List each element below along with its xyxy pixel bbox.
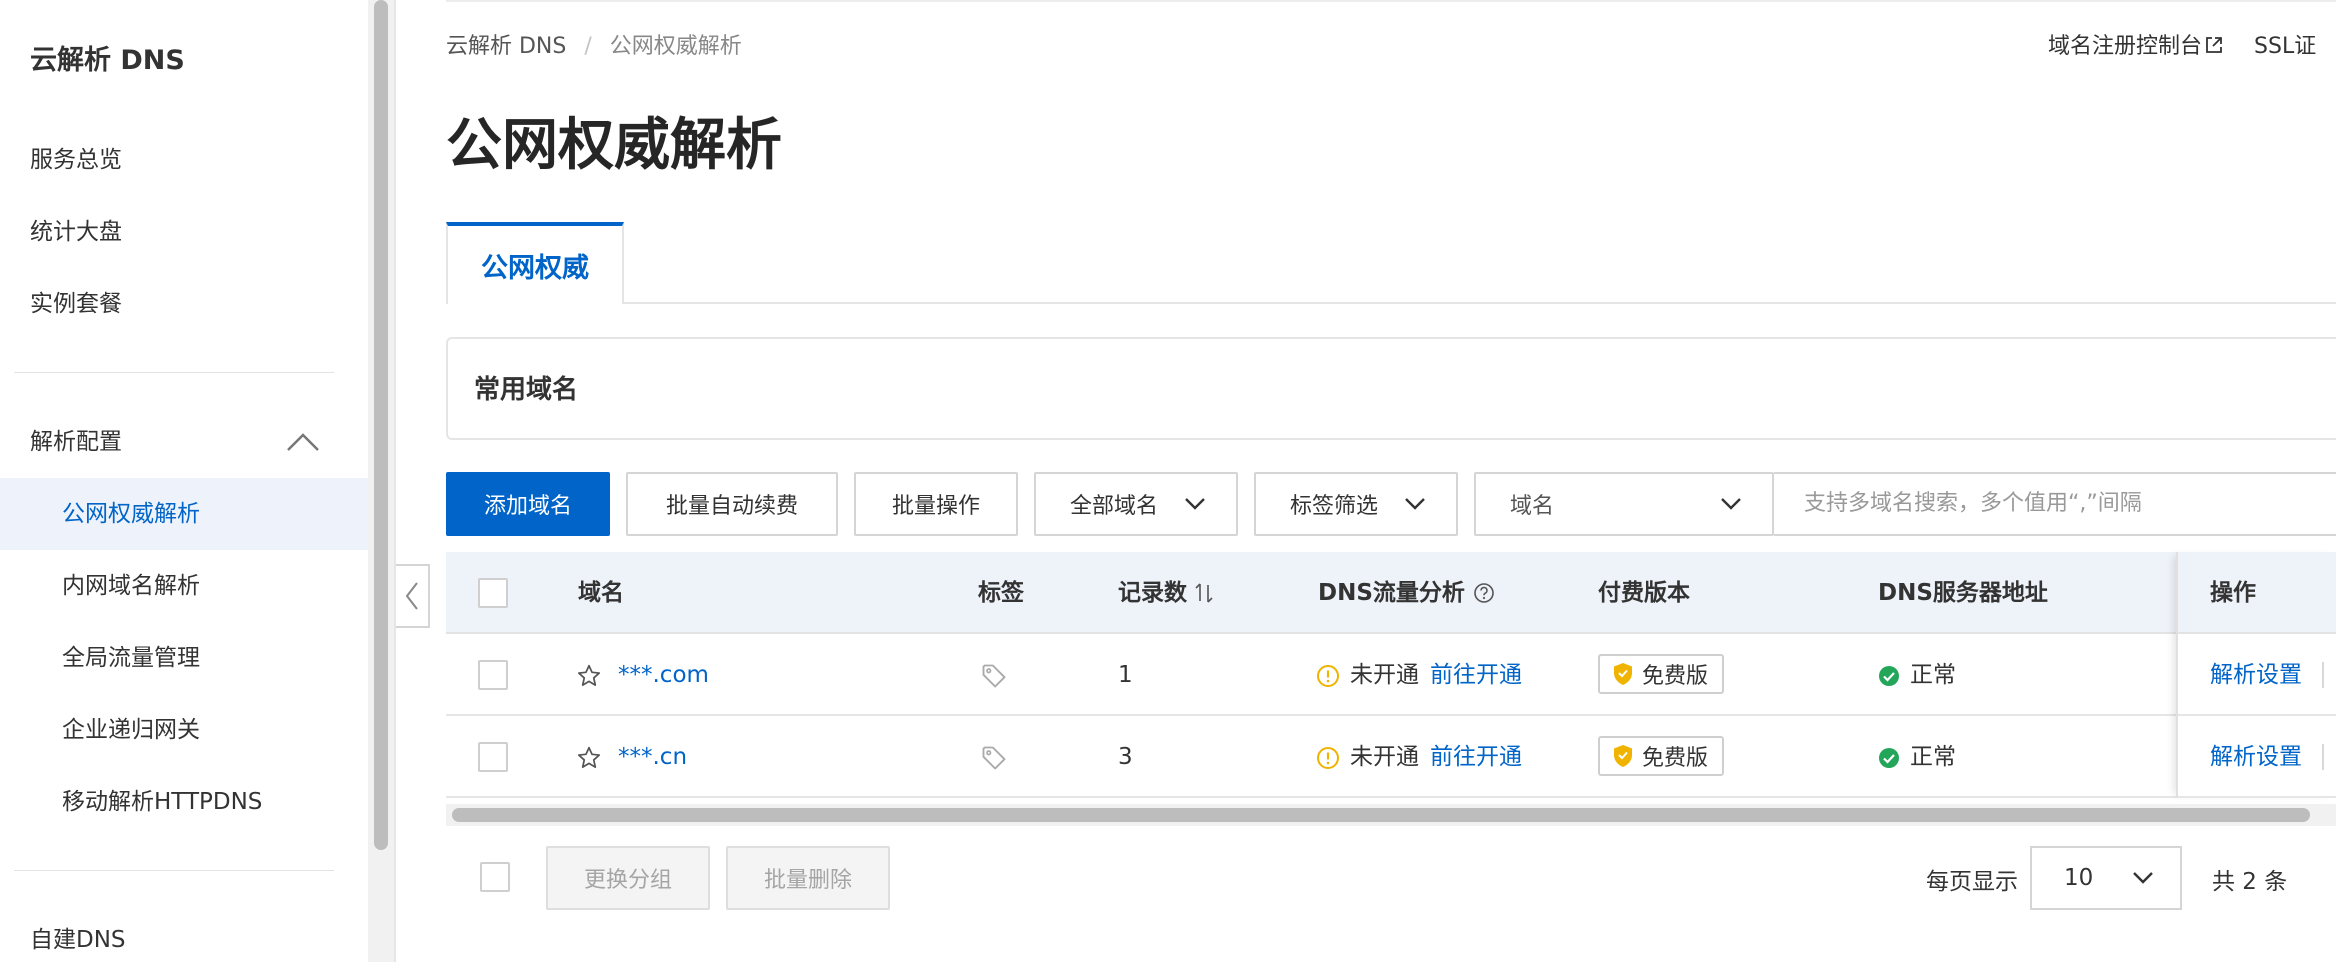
tag-icon[interactable]	[980, 662, 1008, 690]
edition-badge: 免费版	[1598, 736, 1725, 776]
sidebar-item-recursive-gateway[interactable]: 企业递归网关	[0, 694, 368, 766]
row-checkbox[interactable]	[478, 660, 508, 690]
add-domain-button[interactable]: 添加域名	[446, 472, 610, 536]
domain-link[interactable]: ***.cn	[618, 716, 687, 798]
domain-registration-console-link[interactable]: 域名注册控制台	[2048, 34, 2224, 59]
table-row: ***.cn 3 未开通 前往开通 免费版 正常 解析设置	[446, 716, 2336, 798]
sidebar-item-gtm[interactable]: 全局流量管理	[0, 622, 368, 694]
chevron-down-icon	[1405, 498, 1425, 510]
shield-icon	[1614, 663, 1632, 685]
dns-status: 正常	[1910, 662, 1956, 688]
record-count: 3	[1118, 744, 1133, 770]
tag-filter-label: 标签筛选	[1290, 494, 1379, 519]
breadcrumb-root[interactable]: 云解析 DNS	[446, 34, 566, 59]
resolution-settings-link[interactable]: 解析设置	[2210, 716, 2302, 798]
enable-traffic-link[interactable]: 前往开通	[1430, 634, 1522, 716]
tab-bar-underline	[446, 302, 2336, 304]
select-all-checkbox[interactable]	[478, 578, 508, 608]
help-icon[interactable]	[1473, 582, 1495, 604]
breadcrumb: 云解析 DNS / 公网权威解析	[446, 28, 742, 60]
favorite-domains-card: 常用域名	[446, 337, 2336, 440]
favorite-domains-title: 常用域名	[474, 375, 579, 405]
sort-icon	[1195, 583, 1213, 603]
check-circle-icon	[1879, 748, 1899, 768]
sidebar-divider	[14, 372, 334, 373]
chevron-down-icon	[1185, 498, 1205, 510]
total-count: 共 2 条	[2212, 869, 2288, 895]
sidebar: 云解析 DNS 服务总览 统计大盘 实例套餐 解析配置 公网权威解析 内网域名解…	[0, 0, 368, 962]
traffic-status: 未开通	[1350, 744, 1419, 770]
sidebar-item-private-zone[interactable]: 内网域名解析	[0, 550, 368, 622]
resolution-settings-link[interactable]: 解析设置	[2210, 634, 2302, 716]
table-scrollbar-thumb[interactable]	[452, 808, 2310, 822]
tab-public-authoritative[interactable]: 公网权威	[446, 222, 624, 304]
footer-select-all-checkbox[interactable]	[480, 862, 510, 892]
all-domains-label: 全部域名	[1070, 494, 1159, 519]
external-link-icon	[2206, 37, 2222, 53]
edition-badge: 免费版	[1598, 654, 1725, 694]
top-border	[446, 0, 2336, 2]
column-header-edition: 付费版本	[1598, 580, 1690, 606]
change-group-button[interactable]: 更换分组	[546, 846, 710, 910]
check-circle-icon	[1879, 666, 1899, 686]
enable-traffic-link[interactable]: 前往开通	[1430, 716, 1522, 798]
batch-operations-button[interactable]: 批量操作	[854, 472, 1018, 536]
per-page-label: 每页显示	[1926, 869, 2018, 895]
sidebar-title: 云解析 DNS	[30, 45, 185, 76]
tag-filter-dropdown[interactable]: 标签筛选	[1254, 472, 1458, 536]
sidebar-divider	[14, 870, 334, 871]
domain-link[interactable]: ***.com	[618, 634, 709, 716]
all-domains-dropdown[interactable]: 全部域名	[1034, 472, 1238, 536]
table-row: ***.com 1 未开通 前往开通 免费版 正常 解析设置	[446, 634, 2336, 716]
sidebar-group-resolution-config[interactable]: 解析配置	[30, 422, 122, 462]
column-header-tags: 标签	[978, 580, 1024, 606]
column-header-records[interactable]: 记录数	[1118, 552, 1215, 634]
breadcrumb-separator: /	[584, 34, 592, 59]
traffic-status: 未开通	[1350, 662, 1419, 688]
tag-icon[interactable]	[980, 744, 1008, 772]
sidebar-collapse-button[interactable]	[396, 564, 430, 628]
sidebar-item-httpdns[interactable]: 移动解析HTTPDNS	[0, 766, 368, 838]
breadcrumb-current: 公网权威解析	[609, 34, 742, 59]
sidebar-border	[394, 0, 396, 962]
batch-delete-button[interactable]: 批量删除	[726, 846, 890, 910]
column-header-operations: 操作	[2210, 580, 2256, 606]
star-icon[interactable]	[576, 745, 602, 771]
chevron-down-icon	[2133, 872, 2153, 884]
search-type-select[interactable]: 域名	[1474, 472, 1774, 536]
sidebar-item-self-built-dns[interactable]: 自建DNS	[30, 920, 126, 960]
domain-search-input[interactable]: 支持多域名搜索，多个值用“,”间隔	[1774, 472, 2336, 536]
table-header: 域名 标签 记录数 DNS流量分析 付费版本 DNS服务器地址 操作	[446, 552, 2336, 634]
edition-label: 免费版	[1642, 746, 1709, 771]
star-icon[interactable]	[576, 663, 602, 689]
shield-icon	[1614, 745, 1632, 767]
warning-icon	[1317, 665, 1339, 687]
edition-label: 免费版	[1642, 664, 1709, 689]
search-type-label: 域名	[1510, 494, 1555, 519]
sidebar-item-public-authoritative[interactable]: 公网权威解析	[0, 478, 368, 550]
op-separator	[2322, 744, 2324, 770]
dns-status: 正常	[1910, 744, 1956, 770]
warning-icon	[1317, 747, 1339, 769]
batch-auto-renew-button[interactable]: 批量自动续费	[626, 472, 838, 536]
fixed-column-divider	[2176, 552, 2178, 798]
page-size-value: 10	[2064, 865, 2094, 891]
page-size-select[interactable]: 10	[2030, 846, 2182, 910]
record-count: 1	[1118, 662, 1133, 688]
row-checkbox[interactable]	[478, 742, 508, 772]
page-title: 公网权威解析	[446, 113, 782, 178]
ssl-link[interactable]: SSL证	[2254, 34, 2316, 59]
chevron-down-icon	[1721, 498, 1741, 510]
sidebar-item-instances[interactable]: 实例套餐	[30, 284, 122, 324]
sidebar-scrollbar-thumb[interactable]	[374, 0, 388, 850]
column-header-domain: 域名	[578, 580, 624, 606]
op-separator	[2322, 662, 2324, 688]
chevron-up-icon[interactable]	[286, 432, 320, 452]
sidebar-item-overview[interactable]: 服务总览	[30, 140, 122, 180]
column-header-dns-traffic: DNS流量分析	[1318, 552, 1495, 634]
top-links: 域名注册控制台 SSL证	[2048, 28, 2316, 60]
chevron-left-icon	[405, 582, 418, 610]
column-header-dns-server: DNS服务器地址	[1878, 580, 2048, 606]
sidebar-item-dashboard[interactable]: 统计大盘	[30, 212, 122, 252]
